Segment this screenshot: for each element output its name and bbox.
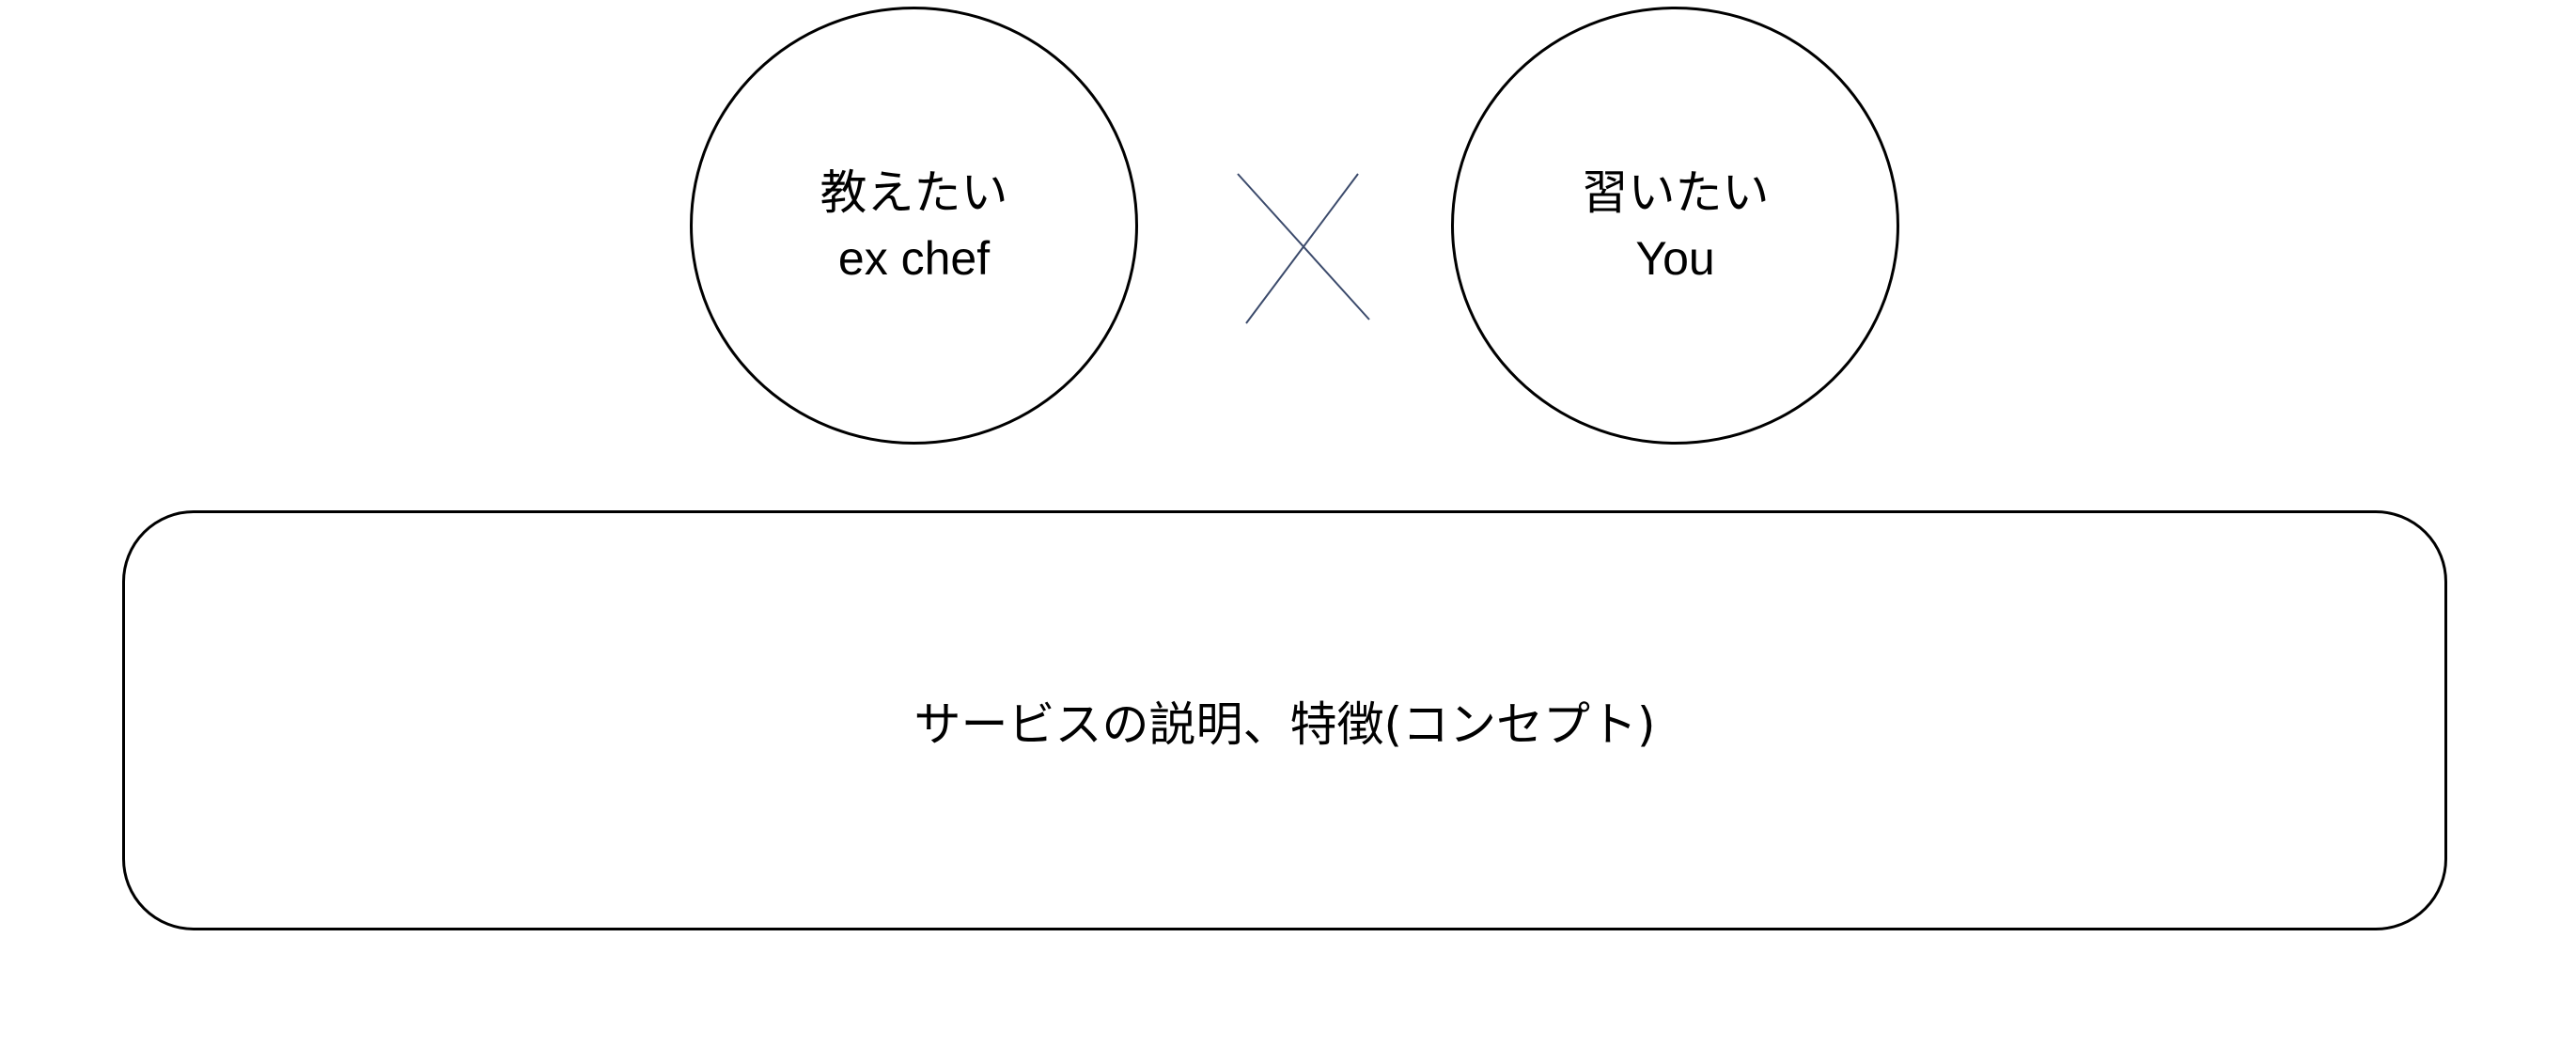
teacher-circle-title: 教えたい — [820, 164, 1008, 220]
learner-circle: 習いたい You — [1451, 7, 1899, 445]
learner-circle-subtitle: You — [1635, 232, 1715, 285]
service-concept-text: サービスの説明、特徴(コンセプト) — [913, 696, 1656, 752]
teacher-circle-subtitle: ex chef — [837, 232, 991, 285]
cross-icon — [1237, 173, 1370, 324]
learner-circle-title: 習いたい — [1581, 164, 1770, 220]
teacher-circle: 教えたい ex chef — [690, 7, 1138, 445]
service-concept-box: サービスの説明、特徴(コンセプト) — [122, 510, 2447, 930]
